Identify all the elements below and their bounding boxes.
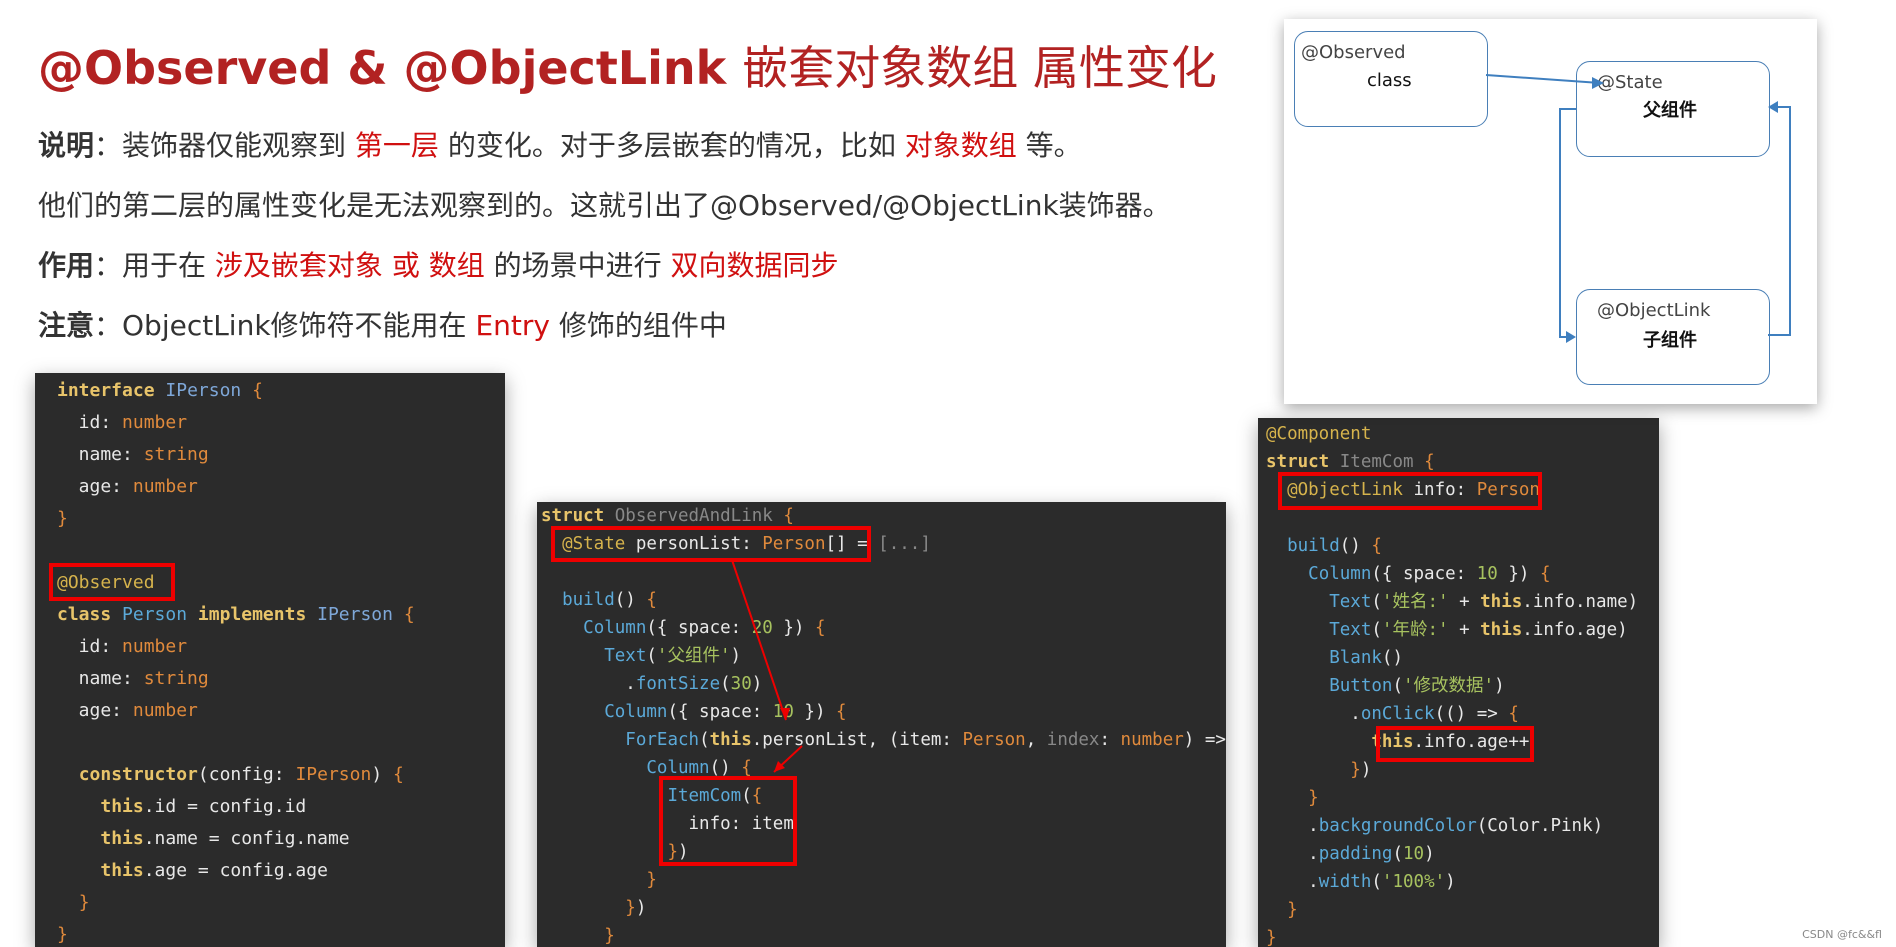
code-panel-parent-component: struct ObservedAndLink { @State personLi… [537,502,1226,947]
note-line: 注意：ObjectLink修饰符不能用在 Entry 修饰的组件中 [38,309,727,342]
watermark: CSDN @fc&&fl [1802,928,1882,941]
code-panel-child-component: @Component struct ItemCom { @ObjectLink … [1258,418,1659,947]
arrow-icon [1485,74,1791,343]
highlight-box [1376,726,1534,762]
highlight-box [49,563,175,601]
highlight-box [1278,472,1542,510]
code-panel-interface: interface IPerson { id: number name: str… [35,373,505,947]
description-line-2: 他们的第二层的属性变化是无法观察到的。这就引出了@Observed/@Objec… [38,189,1171,222]
purpose-line: 作用：用于在 涉及嵌套对象 或 数组 的场景中进行 双向数据同步 [38,249,839,282]
description-line: 说明：装饰器仅能观察到 第一层 的变化。对于多层嵌套的情况，比如 对象数组 等。 [38,129,1082,162]
arrow-icon [731,559,803,773]
relationship-diagram: @Observed class @State 父组件 @ObjectLink 子… [1284,19,1817,404]
page-title: @Observed & @ObjectLink 嵌套对象数组 属性变化 [38,41,1217,95]
